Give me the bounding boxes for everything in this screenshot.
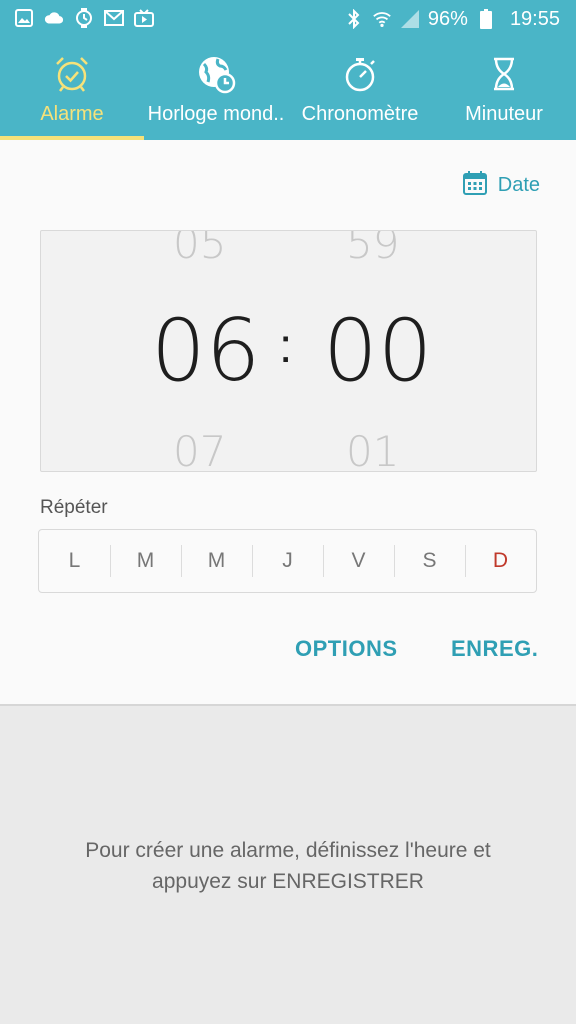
wifi-icon	[372, 9, 392, 29]
battery-percentage: 96%	[427, 7, 468, 30]
status-bar: 96% 19:55	[0, 0, 576, 38]
stopwatch-icon	[340, 54, 380, 94]
day-tuesday[interactable]: M	[110, 530, 181, 592]
hint-line-1: Pour créer une alarme, définissez l'heur…	[85, 839, 491, 862]
day-friday[interactable]: V	[323, 530, 394, 592]
hint-line-2: appuyez sur ENREGISTRER	[152, 870, 424, 893]
tab-alarme-label: Alarme	[40, 103, 104, 125]
time-picker: 05 59 06 : 00 07 01	[40, 230, 537, 472]
minute-value[interactable]: 00	[323, 301, 432, 401]
tab-timer-label: Minuteur	[465, 103, 543, 125]
gallery-icon	[14, 8, 34, 28]
tab-bar: Alarme Horloge mond.. Chronomètre Minute…	[0, 38, 576, 140]
day-monday[interactable]: L	[39, 530, 110, 592]
bluetooth-icon	[344, 9, 364, 29]
time-separator: :	[279, 320, 293, 373]
tab-timer[interactable]: Minuteur	[432, 38, 576, 140]
cloud-icon	[44, 8, 64, 28]
day-sunday[interactable]: D	[465, 530, 536, 592]
watch-icon	[74, 8, 94, 28]
clock-time: 19:55	[509, 7, 560, 30]
day-saturday[interactable]: S	[394, 530, 465, 592]
hour-next[interactable]: 07	[173, 427, 226, 471]
empty-state-hint: Pour créer une alarme, définissez l'heur…	[0, 835, 576, 897]
calendar-icon	[462, 170, 488, 201]
tab-alarme[interactable]: Alarme	[0, 38, 144, 140]
notification-icons	[14, 8, 154, 28]
battery-icon	[476, 9, 496, 29]
mail-icon	[104, 8, 124, 28]
hour-value[interactable]: 06	[151, 301, 260, 401]
alarm-clock-icon	[52, 54, 92, 94]
day-thursday[interactable]: J	[252, 530, 323, 592]
date-label: Date	[497, 173, 540, 196]
hourglass-icon	[484, 54, 524, 94]
tab-world-clock[interactable]: Horloge mond..	[144, 38, 288, 140]
options-button[interactable]: OPTIONS	[295, 636, 398, 662]
system-status: 96% 19:55	[344, 5, 560, 33]
minute-next[interactable]: 01	[346, 427, 399, 471]
day-wednesday[interactable]: M	[181, 530, 252, 592]
signal-icon	[400, 9, 420, 29]
tab-stopwatch[interactable]: Chronomètre	[288, 38, 432, 140]
repeat-label: Répéter	[40, 497, 108, 518]
tab-world-clock-label: Horloge mond..	[147, 103, 285, 125]
world-clock-icon	[196, 54, 236, 94]
tab-stopwatch-label: Chronomètre	[301, 103, 419, 125]
repeat-days-selector: L M M J V S D	[38, 529, 537, 593]
hour-previous[interactable]: 05	[173, 231, 226, 268]
save-button[interactable]: ENREG.	[451, 636, 538, 662]
minute-previous[interactable]: 59	[346, 231, 399, 268]
video-icon	[134, 8, 154, 28]
alarm-editor-card: Date 05 59 06 : 00 07 01 Répéter L M M J…	[0, 140, 576, 706]
date-button[interactable]: Date	[462, 170, 540, 200]
